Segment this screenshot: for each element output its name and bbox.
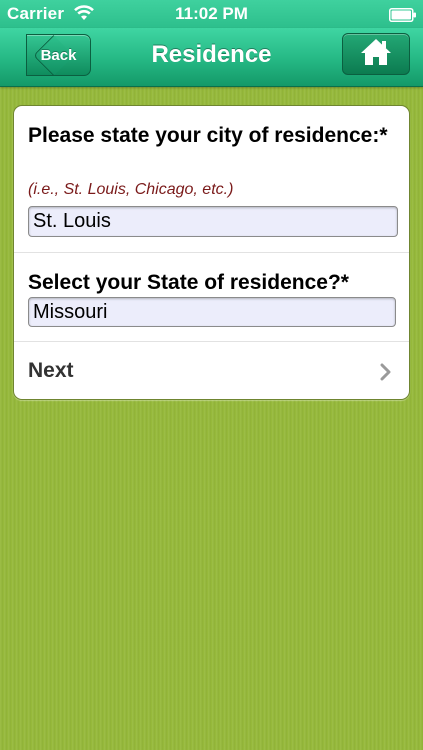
back-button-label: Back <box>40 46 77 64</box>
state-question-label: Select your State of residence?* <box>28 271 349 294</box>
city-question-label: Please state your city of residence:* <box>28 124 388 147</box>
chevron-right-icon <box>380 363 392 386</box>
home-button[interactable] <box>342 33 410 75</box>
next-label: Next <box>28 359 74 382</box>
status-bar: Carrier 11:02 PM <box>0 0 423 28</box>
state-select[interactable] <box>28 297 396 327</box>
navigation-bar: Back Residence <box>0 28 423 87</box>
next-row[interactable]: Next <box>14 342 409 399</box>
residence-form-card: Please state your city of residence:* (i… <box>13 105 410 400</box>
home-icon <box>359 37 393 72</box>
city-input[interactable] <box>28 206 398 237</box>
city-hint: (i.e., St. Louis, Chicago, etc.) <box>28 181 234 198</box>
battery-icon <box>389 7 417 27</box>
clock-label: 11:02 PM <box>175 4 248 23</box>
